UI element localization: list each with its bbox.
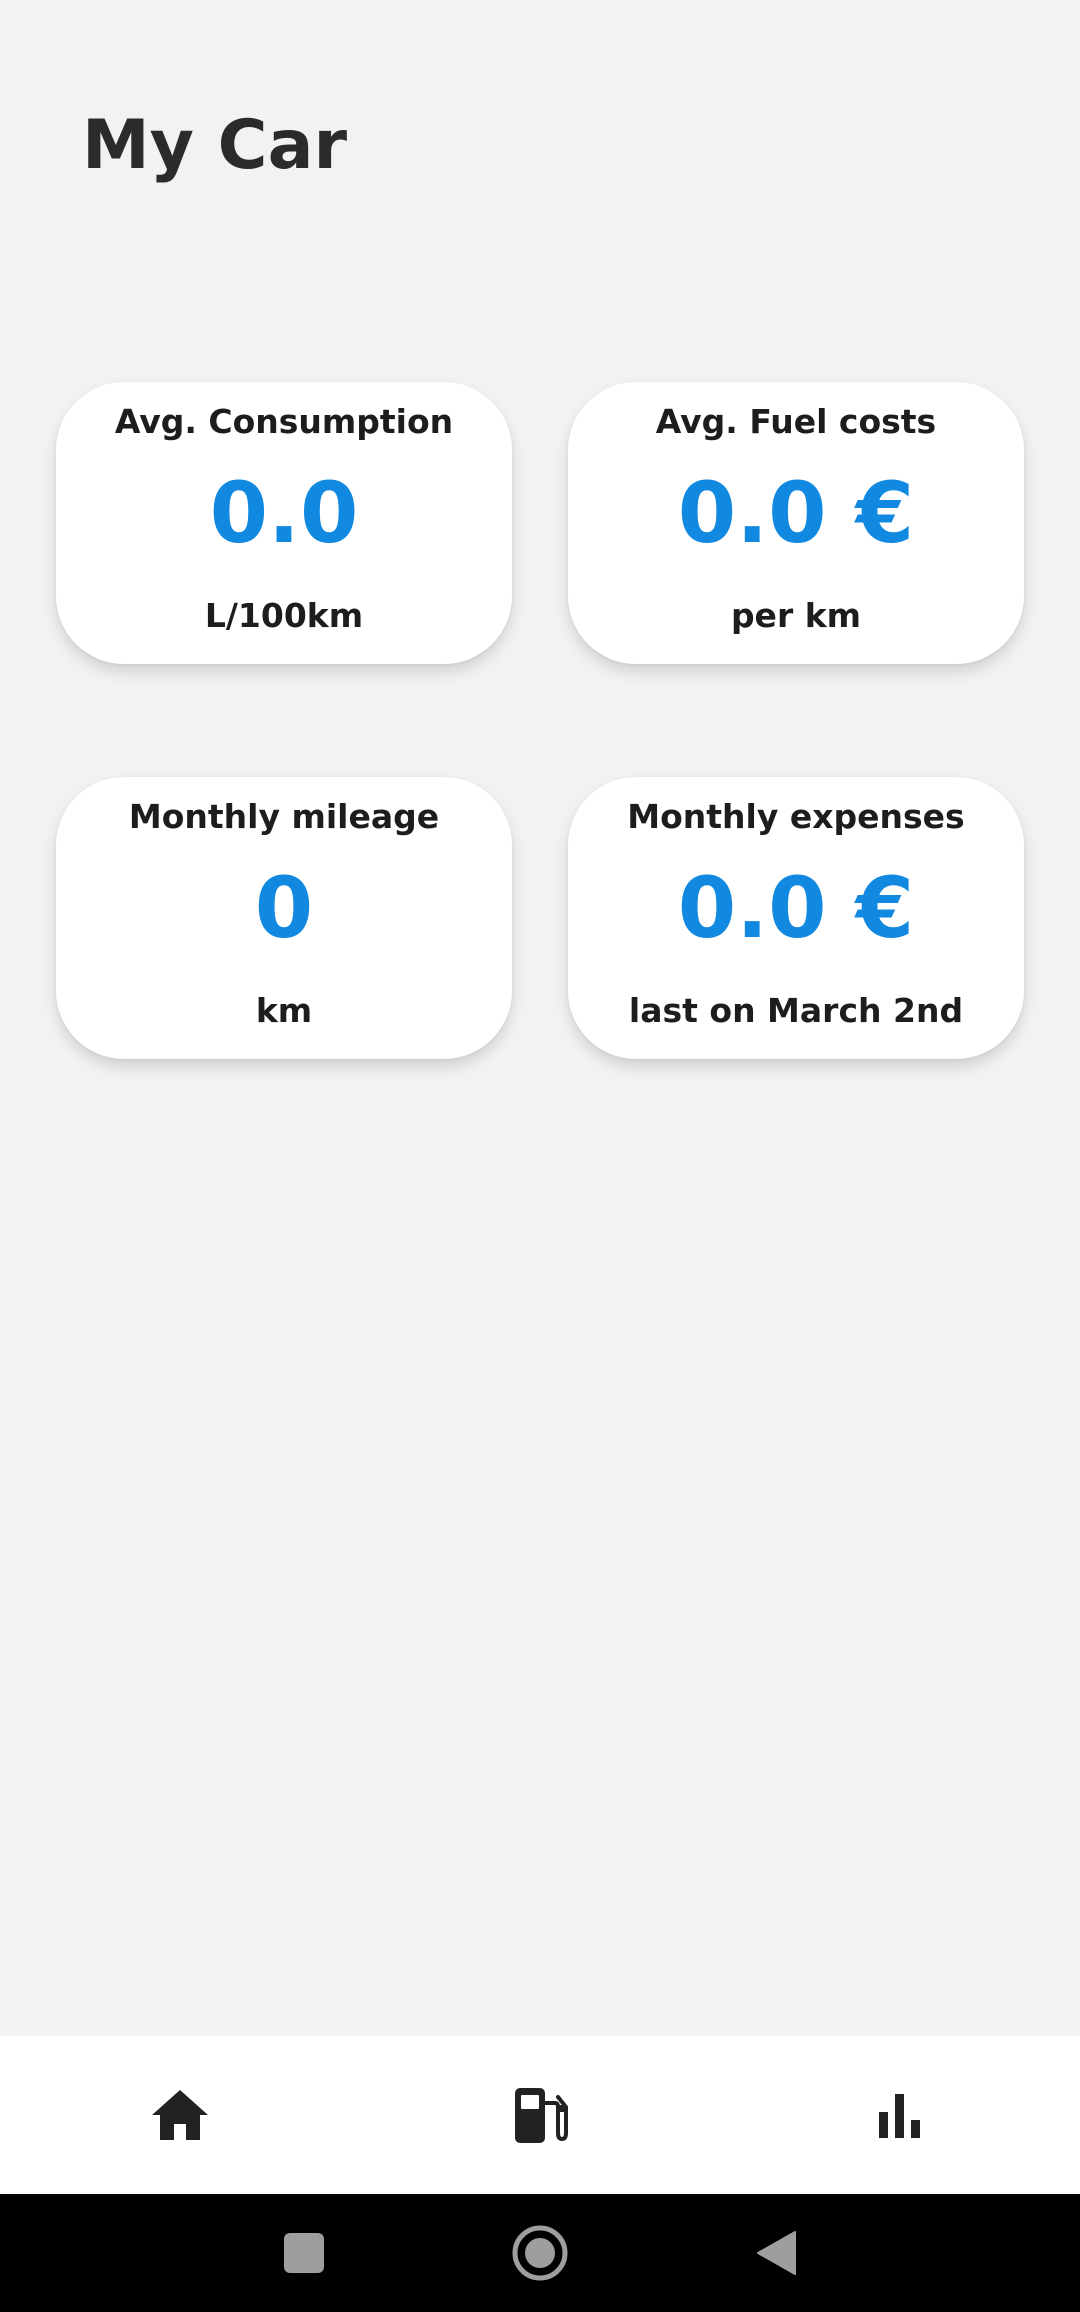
card-label: Avg. Fuel costs: [655, 402, 937, 441]
card-value: 0.0 €: [677, 464, 915, 562]
bottom-navigation-bar: [0, 2036, 1080, 2194]
fuel-pump-icon: [515, 2088, 568, 2143]
system-home-button[interactable]: [498, 2194, 582, 2312]
back-triangle-icon: [757, 2231, 796, 2275]
back-button[interactable]: [734, 2194, 818, 2312]
card-value: 0.0: [209, 464, 359, 562]
card-label: Monthly expenses: [627, 797, 965, 836]
nav-fuel-tab[interactable]: [360, 2036, 720, 2194]
avg-consumption-card[interactable]: Avg. Consumption 0.0 L/100km: [56, 382, 512, 664]
bar-chart-icon: [879, 2094, 920, 2138]
system-navigation-bar: [0, 2194, 1080, 2312]
card-label: Avg. Consumption: [114, 402, 454, 441]
page-title: My Car: [82, 106, 347, 185]
home-icon: [152, 2090, 208, 2140]
nav-statistics-tab[interactable]: [720, 2036, 1080, 2194]
nav-home-tab[interactable]: [0, 2036, 360, 2194]
card-label: Monthly mileage: [128, 797, 440, 836]
card-value: 0: [254, 859, 314, 957]
monthly-mileage-card[interactable]: Monthly mileage 0 km: [56, 777, 512, 1059]
card-unit: per km: [730, 596, 862, 635]
recents-square-icon: [284, 2233, 324, 2273]
avg-fuel-costs-card[interactable]: Avg. Fuel costs 0.0 € per km: [568, 382, 1024, 664]
card-unit: last on March 2nd: [628, 991, 964, 1030]
card-unit: L/100km: [204, 596, 364, 635]
card-unit: km: [255, 991, 313, 1030]
card-value: 0.0 €: [677, 859, 915, 957]
home-circle-icon: [512, 2225, 568, 2281]
recents-button[interactable]: [262, 2194, 346, 2312]
monthly-expenses-card[interactable]: Monthly expenses 0.0 € last on March 2nd: [568, 777, 1024, 1059]
